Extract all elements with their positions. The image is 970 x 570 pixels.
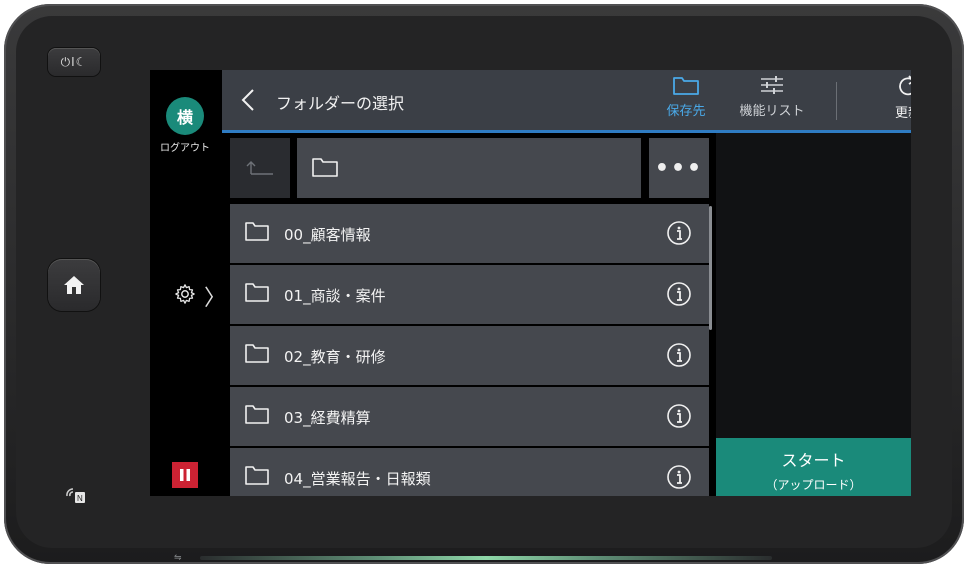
back-chevron-icon[interactable] [234, 84, 262, 116]
sliders-icon [761, 76, 783, 94]
user-avatar[interactable]: 横 [166, 97, 204, 135]
parent-folder-button[interactable] [230, 138, 290, 198]
list-scrollbar[interactable] [709, 206, 712, 330]
info-icon[interactable] [666, 464, 692, 490]
list-item[interactable]: 00_顧客情報 [230, 204, 709, 263]
folder-icon [245, 283, 269, 302]
status-light-bar [200, 556, 772, 560]
folder-name: 02_教育・研修 [284, 348, 386, 366]
home-button[interactable] [48, 259, 100, 311]
folder-icon [245, 466, 269, 485]
logout-label[interactable]: ログアウト [150, 139, 220, 154]
folder-name: 01_商談・案件 [284, 287, 386, 305]
svg-text:N: N [77, 494, 83, 503]
info-icon[interactable] [666, 403, 692, 429]
gear-icon[interactable] [174, 283, 196, 305]
list-item[interactable]: 03_経費精算 [230, 387, 709, 446]
start-sublabel: （アップロード） [765, 478, 862, 492]
refresh-icon [899, 75, 911, 96]
destination-button[interactable]: 保存先 [646, 74, 726, 128]
feature-list-button[interactable]: 機能リスト [732, 74, 812, 128]
folder-icon [312, 158, 338, 177]
start-label: スタート [781, 451, 846, 470]
info-icon[interactable] [666, 281, 692, 307]
refresh-label: 更新 [894, 106, 911, 121]
info-icon[interactable] [666, 342, 692, 368]
nfc-icon: N [66, 488, 85, 503]
destination-label: 保存先 [666, 104, 706, 119]
power-button[interactable]: ⏻I☾ [48, 48, 100, 76]
folder-icon [245, 405, 269, 424]
list-item[interactable]: 01_商談・案件 [230, 265, 709, 324]
folder-list: 00_顧客情報 01_商談・案件 02_教育・研修 03_経費精算 04_営業報… [230, 204, 709, 496]
header-divider [836, 82, 837, 120]
pause-icon [180, 469, 190, 481]
pause-button[interactable] [172, 462, 198, 488]
home-icon [64, 276, 84, 294]
info-icon[interactable] [666, 220, 692, 246]
folder-name: 00_顧客情報 [284, 226, 371, 244]
folder-name: 03_経費精算 [284, 409, 371, 427]
refresh-button[interactable]: 更新 [868, 74, 911, 128]
folder-icon [245, 344, 269, 363]
touch-screen: 横 ログアウト 〉 フォルダーの選択 保存先 機能リスト 更 ••• 00_顧客… [150, 70, 911, 496]
more-icon: ••• [654, 155, 704, 181]
folder-icon [245, 222, 269, 241]
usb-icon: ⇋ [174, 553, 182, 563]
current-path-field[interactable] [297, 138, 641, 198]
list-item[interactable]: 02_教育・研修 [230, 326, 709, 385]
feature-list-label: 機能リスト [739, 104, 805, 119]
side-strip: 横 ログアウト 〉 [150, 70, 226, 496]
page-title: フォルダーの選択 [276, 94, 405, 113]
more-options-button[interactable]: ••• [649, 138, 709, 198]
list-item[interactable]: 04_営業報告・日報類 [230, 448, 709, 496]
power-icon: ⏻I☾ [60, 54, 88, 69]
folder-name: 04_営業報告・日報類 [284, 470, 431, 488]
header-bar: フォルダーの選択 保存先 機能リスト 更新 [222, 70, 911, 133]
up-arrow-icon [246, 161, 273, 175]
chevron-right-icon[interactable]: 〉 [204, 280, 226, 312]
folder-icon [673, 77, 699, 95]
start-upload-button[interactable]: スタート （アップロード） [716, 438, 911, 496]
